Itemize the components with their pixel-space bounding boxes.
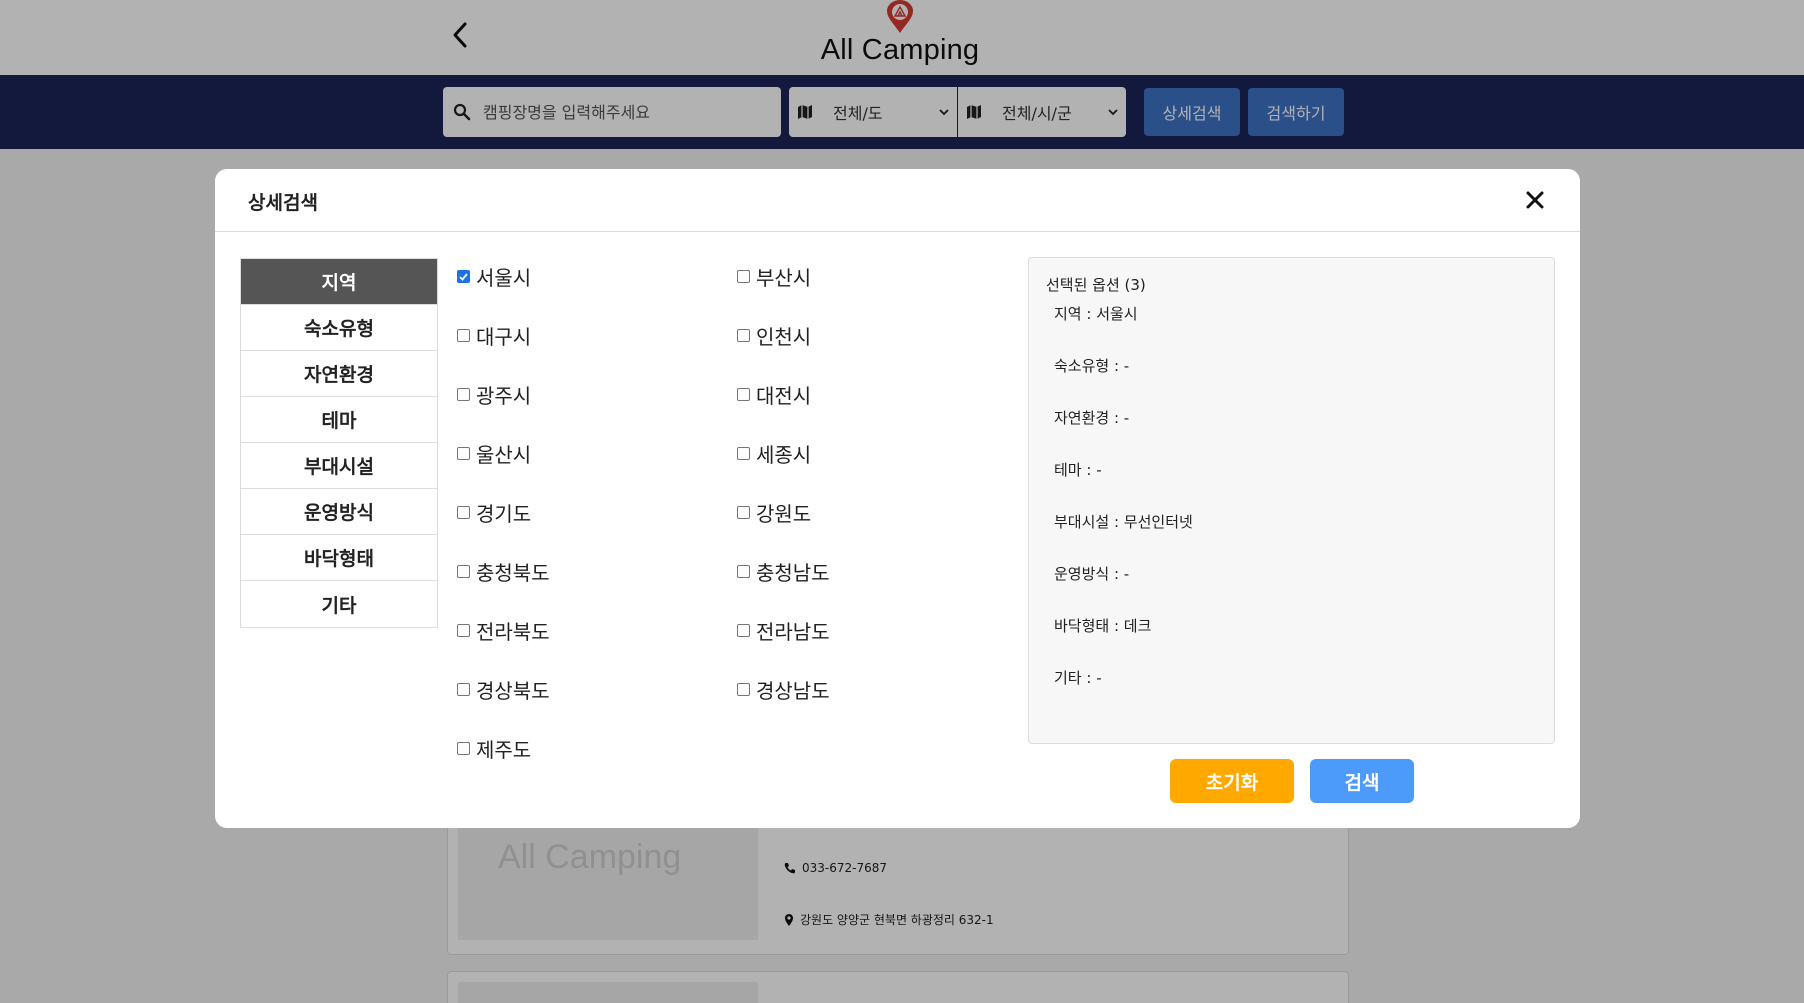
checkbox[interactable] <box>457 329 470 342</box>
region-label: 강원도 <box>756 502 812 526</box>
checkbox[interactable] <box>457 683 470 696</box>
region-label: 전라남도 <box>756 620 830 644</box>
modal-header: 상세검색 <box>215 169 1580 232</box>
region-label: 전라북도 <box>476 620 550 644</box>
checkbox[interactable] <box>457 624 470 637</box>
region-label: 경상북도 <box>476 679 550 703</box>
category-tab[interactable]: 숙소유형 <box>241 305 437 351</box>
selected-option-row: 자연환경 : - <box>1054 409 1130 427</box>
region-option[interactable]: 부산시 <box>737 262 811 291</box>
region-label: 인천시 <box>756 325 812 349</box>
checkbox[interactable] <box>737 565 750 578</box>
selected-options-panel: 선택된 옵션 (3) 지역 : 서울시숙소유형 : - 자연환경 : - 테마 : … <box>1028 257 1555 744</box>
selected-options-heading: 선택된 옵션 (3) <box>1046 276 1146 294</box>
checkbox[interactable] <box>737 683 750 696</box>
category-tab[interactable]: 자연환경 <box>241 351 437 397</box>
region-option[interactable]: 경상북도 <box>457 675 550 704</box>
category-tab[interactable]: 지역 <box>241 259 437 305</box>
selected-option-row: 숙소유형 : - <box>1054 357 1130 375</box>
apply-search-button[interactable]: 검색 <box>1310 759 1414 803</box>
checkbox[interactable] <box>737 447 750 460</box>
category-tab[interactable]: 기타 <box>241 581 437 627</box>
region-option[interactable]: 전라북도 <box>457 616 550 645</box>
selected-option-row: 테마 : - <box>1054 461 1102 479</box>
selected-option-row: 기타 : - <box>1054 669 1102 687</box>
region-label: 광주시 <box>476 384 532 408</box>
checkbox[interactable] <box>737 624 750 637</box>
region-option[interactable]: 경기도 <box>457 498 531 527</box>
selected-option-row: 바닥형태 : 데크 <box>1054 617 1152 635</box>
region-label: 세종시 <box>756 443 812 467</box>
checkbox[interactable] <box>737 506 750 519</box>
detail-search-modal: 상세검색 지역 숙소유형 자연환경 테마 부대시설 운영방식 바닥형태 기타 서울시 부산시대구… <box>215 169 1580 828</box>
checkbox[interactable] <box>457 270 470 283</box>
category-tab[interactable]: 부대시설 <box>241 443 437 489</box>
checkbox[interactable] <box>737 270 750 283</box>
checkbox[interactable] <box>457 742 470 755</box>
region-label: 제주도 <box>476 738 532 762</box>
region-option[interactable]: 광주시 <box>457 380 531 409</box>
region-option[interactable]: 제주도 <box>457 734 531 763</box>
region-label: 부산시 <box>756 266 812 290</box>
region-option[interactable]: 대전시 <box>737 380 811 409</box>
checkmark-icon <box>459 272 468 281</box>
region-option[interactable]: 충청북도 <box>457 557 550 586</box>
close-icon <box>1526 191 1544 209</box>
modal-title: 상세검색 <box>248 192 318 214</box>
region-option[interactable]: 강원도 <box>737 498 811 527</box>
checkbox[interactable] <box>457 447 470 460</box>
region-option[interactable]: 세종시 <box>737 439 811 468</box>
region-option[interactable]: 충청남도 <box>737 557 830 586</box>
region-label: 경기도 <box>476 502 532 526</box>
region-label: 울산시 <box>476 443 532 467</box>
checkbox[interactable] <box>457 388 470 401</box>
category-tab[interactable]: 바닥형태 <box>241 535 437 581</box>
category-list: 지역 숙소유형 자연환경 테마 부대시설 운영방식 바닥형태 기타 <box>240 258 438 628</box>
region-label: 대구시 <box>476 325 532 349</box>
region-label: 충청북도 <box>476 561 550 585</box>
checkbox[interactable] <box>457 565 470 578</box>
region-option[interactable]: 울산시 <box>457 439 531 468</box>
category-tab[interactable]: 운영방식 <box>241 489 437 535</box>
close-button[interactable] <box>1520 185 1550 215</box>
selected-option-row: 부대시설 : 무선인터넷 <box>1054 513 1193 531</box>
region-option[interactable]: 경상남도 <box>737 675 830 704</box>
region-option[interactable]: 서울시 <box>457 262 531 291</box>
selected-option-row: 지역 : 서울시 <box>1054 305 1138 323</box>
region-option[interactable]: 인천시 <box>737 321 811 350</box>
region-label: 서울시 <box>476 266 532 290</box>
region-option[interactable]: 대구시 <box>457 321 531 350</box>
checkbox[interactable] <box>737 388 750 401</box>
region-label: 경상남도 <box>756 679 830 703</box>
reset-button[interactable]: 초기화 <box>1170 759 1294 803</box>
category-tab[interactable]: 테마 <box>241 397 437 443</box>
checkbox[interactable] <box>457 506 470 519</box>
region-option[interactable]: 전라남도 <box>737 616 830 645</box>
region-label: 충청남도 <box>756 561 830 585</box>
selected-option-row: 운영방식 : - <box>1054 565 1130 583</box>
checkbox[interactable] <box>737 329 750 342</box>
region-label: 대전시 <box>756 384 812 408</box>
